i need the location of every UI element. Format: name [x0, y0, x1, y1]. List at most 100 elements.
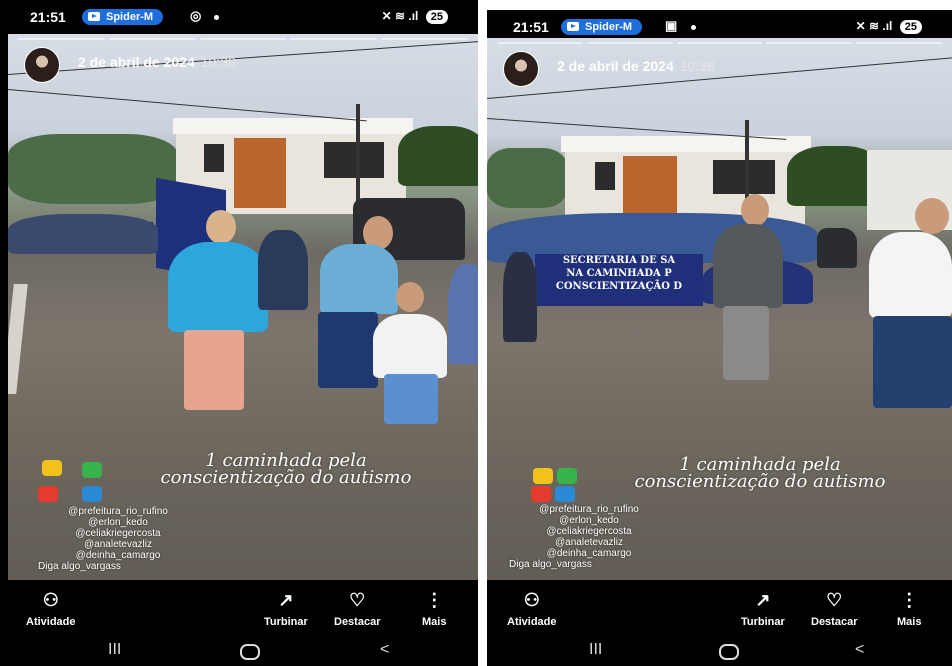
home-button[interactable]: [240, 644, 260, 665]
story-date-text: 2 de abril de 2024: [557, 58, 674, 74]
person-head: [741, 194, 769, 226]
left-phone-screenshot: 21:51 Spider-M ◎ ✕ ≋ .ıl 25 1 caminhada …: [0, 0, 478, 666]
story-date: 2 de abril de 2024 10:38: [78, 54, 236, 70]
man-with-flag: [258, 230, 308, 310]
vertical-dots-icon: ⋮: [900, 590, 919, 610]
parked-car: [817, 228, 857, 268]
mention-tag[interactable]: @erlon_kedo: [38, 517, 198, 528]
activity-button[interactable]: ⚇ Atividade: [26, 590, 76, 628]
screenshot-separator: [478, 0, 487, 666]
caption-line-2: conscientização do autismo: [634, 471, 886, 492]
story-image[interactable]: SECRETARIA DE SA NA CAMINHADA P CONSCIEN…: [487, 38, 952, 580]
highlight-label: Destacar: [334, 616, 381, 628]
boost-label: Turbinar: [741, 616, 785, 628]
person-head: [206, 210, 236, 244]
story-date: 2 de abril de 2024 10:38: [557, 58, 715, 74]
trending-up-icon: ↗: [278, 590, 294, 610]
app-pill-label: Spider-M: [585, 21, 633, 33]
more-label: Mais: [897, 616, 922, 628]
recent-apps-button[interactable]: III: [589, 641, 602, 659]
distant-trees: [487, 148, 567, 208]
status-time: 21:51: [30, 9, 66, 25]
highlight-button[interactable]: ♡ Destacar: [334, 590, 380, 628]
youtube-icon: [88, 12, 100, 21]
mention-tag[interactable]: @celiakriegercosta: [509, 526, 669, 537]
house-window: [713, 160, 775, 194]
puzzle-piece-blue: [555, 486, 575, 502]
people-icon: ⚇: [523, 590, 540, 610]
status-icons: ✕ ≋ .ıl 25: [382, 9, 448, 24]
activity-button[interactable]: ⚇ Atividade: [507, 590, 557, 628]
puzzle-piece-red: [38, 486, 58, 502]
battery-badge: 25: [899, 20, 922, 34]
more-button[interactable]: ⋮ Mais: [897, 590, 921, 628]
house-window: [595, 162, 615, 190]
story-time: 10:38: [200, 54, 236, 70]
app-pill[interactable]: Spider-M: [561, 19, 643, 35]
puzzle-piece-yellow: [533, 468, 553, 484]
vertical-dots-icon: ⋮: [425, 590, 444, 610]
banner-line-3: CONSCIENTIZAÇÃO D: [555, 281, 683, 292]
instagram-icon: ◎: [190, 8, 202, 23]
android-nav-bar: III <: [0, 636, 478, 666]
notification-dot: [214, 15, 219, 20]
woman-jeans: [318, 312, 378, 388]
more-button[interactable]: ⋮ Mais: [422, 590, 446, 628]
mention-tag[interactable]: @deinha_camargo: [38, 550, 198, 561]
signal-icon: .ıl: [882, 19, 893, 33]
home-button[interactable]: [719, 644, 739, 665]
heart-circle-icon: ♡: [349, 590, 366, 610]
story-caption: 1 caminhada pela conscientização do auti…: [106, 452, 466, 488]
woman-dark-top: [503, 252, 537, 342]
woman-light-blue-shirt: [320, 244, 398, 314]
mention-tag[interactable]: @prefeitura_rio_rufino: [38, 506, 198, 517]
house-roof: [173, 118, 413, 134]
app-pill[interactable]: Spider-M: [82, 9, 164, 25]
distant-trees: [8, 134, 178, 204]
mention-tag[interactable]: @celiakriegercosta: [38, 528, 198, 539]
child-head: [396, 282, 424, 312]
back-button[interactable]: <: [380, 641, 389, 659]
wifi-icon: ≋: [394, 9, 406, 23]
mention-tag[interactable]: @deinha_camargo: [509, 548, 669, 559]
story-progress-bars: [18, 38, 468, 40]
puzzle-piece-yellow: [42, 460, 62, 476]
highlight-button[interactable]: ♡ Destacar: [811, 590, 857, 628]
recent-apps-button[interactable]: III: [108, 641, 121, 659]
person-head: [915, 198, 949, 234]
mention-tag[interactable]: @prefeitura_rio_rufino: [509, 504, 669, 515]
story-image[interactable]: 1 caminhada pela conscientização do auti…: [8, 34, 478, 580]
youtube-icon: [567, 22, 579, 31]
back-button[interactable]: <: [855, 641, 864, 659]
boost-label: Turbinar: [264, 616, 308, 628]
mention-tags: @prefeitura_rio_rufino @erlon_kedo @celi…: [509, 504, 669, 570]
mention-tag[interactable]: Diga algo_vargass: [38, 561, 198, 572]
banner-line-1: SECRETARIA DE SA: [562, 255, 676, 266]
mention-tag[interactable]: @analetevazliz: [38, 539, 198, 550]
activity-label: Atividade: [26, 616, 76, 628]
man-jeans: [873, 316, 952, 408]
mention-tag[interactable]: Diga algo_vargass: [509, 559, 669, 570]
profile-avatar[interactable]: [503, 51, 539, 87]
story-action-bar: ⚇ Atividade ↗ Turbinar ♡ Destacar ⋮ Mais: [487, 580, 952, 640]
story-time: 10:38: [679, 58, 715, 74]
banner-line-2: NA CAMINHADA P: [566, 268, 672, 279]
highlight-label: Destacar: [811, 616, 858, 628]
story-action-bar: ⚇ Atividade ↗ Turbinar ♡ Destacar ⋮ Mais: [0, 580, 478, 640]
mention-tag[interactable]: @analetevazliz: [509, 537, 669, 548]
boost-button[interactable]: ↗ Turbinar: [741, 590, 785, 628]
secretaria-banner: SECRETARIA DE SA NA CAMINHADA P CONSCIEN…: [535, 254, 703, 306]
story-date-text: 2 de abril de 2024: [78, 54, 195, 70]
profile-avatar[interactable]: [24, 47, 60, 83]
boost-button[interactable]: ↗ Turbinar: [264, 590, 308, 628]
status-bar: 21:51 Spider-M ◎ ✕ ≋ .ıl 25: [0, 0, 478, 34]
mute-icon: ✕: [381, 9, 392, 23]
child-blue-pants: [384, 374, 438, 424]
man-white-shirt: [869, 232, 952, 318]
mention-tag[interactable]: @erlon_kedo: [509, 515, 669, 526]
puzzle-piece-blue: [82, 486, 102, 502]
mention-tags: @prefeitura_rio_rufino @erlon_kedo @celi…: [38, 506, 198, 572]
man-grey-shirt: [713, 224, 783, 308]
caption-line-2: conscientização do autismo: [160, 467, 412, 488]
app-pill-label: Spider-M: [106, 11, 154, 23]
